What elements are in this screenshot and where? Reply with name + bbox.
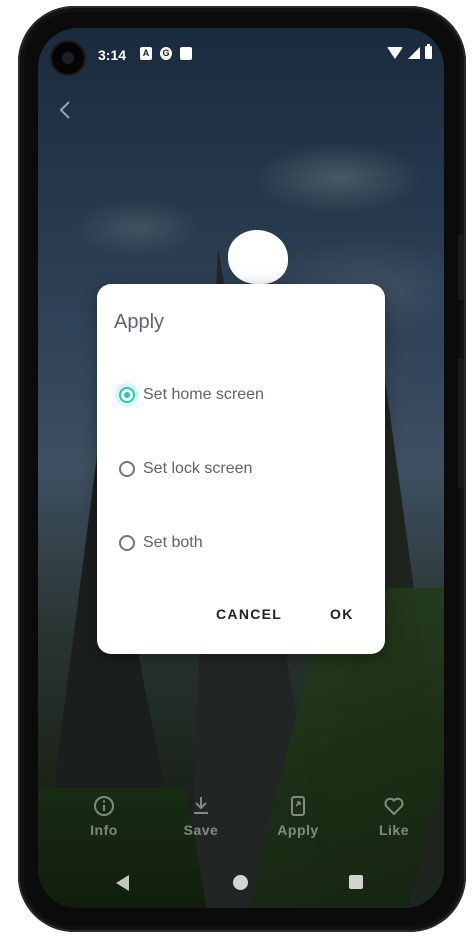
bottom-action-bar: Info Save Apply Like (38, 794, 444, 844)
apply-icon (291, 796, 305, 816)
power-button (458, 358, 464, 488)
volume-button (458, 234, 464, 300)
camera-icon (52, 42, 84, 74)
like-button[interactable]: Like (364, 794, 424, 838)
option-label: Set both (143, 534, 203, 551)
option-set-home-screen[interactable]: Set home screen (119, 383, 264, 407)
like-label: Like (378, 822, 409, 838)
option-set-lock-screen[interactable]: Set lock screen (119, 457, 252, 481)
status-time: 3:14 (98, 47, 127, 63)
recents-square-icon[interactable] (349, 875, 363, 889)
info-button[interactable]: Info (74, 794, 134, 838)
save-button[interactable]: Save (171, 794, 231, 838)
cancel-button[interactable]: CANCEL (216, 606, 282, 622)
heart-icon (384, 797, 404, 816)
status-icons-right (387, 44, 432, 59)
option-label: Set lock screen (143, 460, 253, 477)
radio-unchecked-icon[interactable] (119, 535, 135, 551)
info-icon (94, 796, 114, 816)
wifi-icon (387, 46, 403, 59)
screen: 3:14 A G Apply Set home screen Set lock … (38, 28, 444, 908)
download-icon (194, 797, 208, 814)
back-triangle-icon[interactable] (116, 875, 129, 891)
back-arrow-icon[interactable] (54, 98, 78, 122)
option-label: Set home screen (143, 386, 264, 403)
g-icon: G (160, 47, 172, 60)
option-set-both[interactable]: Set both (119, 531, 203, 555)
save-label: Save (183, 822, 219, 838)
apply-dialog: Apply Set home screen Set lock screen Se… (97, 284, 385, 654)
status-icons-left: A G (140, 47, 192, 60)
a-icon: A (140, 47, 152, 60)
system-nav-bar (38, 868, 444, 896)
home-circle-icon[interactable] (233, 875, 248, 890)
info-label: Info (90, 822, 118, 838)
apply-button[interactable]: Apply (268, 794, 328, 838)
radio-checked-icon[interactable] (119, 387, 135, 403)
sd-icon (180, 47, 192, 60)
ok-button[interactable]: OK (330, 606, 354, 622)
radio-unchecked-icon[interactable] (119, 461, 135, 477)
dialog-title: Apply (114, 311, 165, 333)
signal-icon (408, 46, 420, 59)
apply-label: Apply (277, 822, 319, 838)
battery-icon (425, 44, 432, 59)
redaction-blob (228, 230, 288, 284)
